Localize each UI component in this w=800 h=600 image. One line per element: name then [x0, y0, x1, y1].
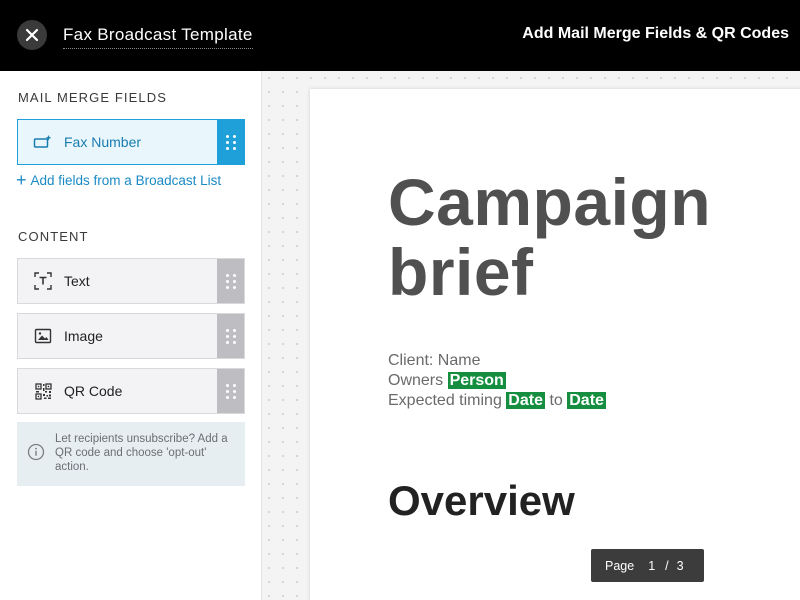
drag-dots-icon	[225, 134, 236, 150]
document-heading-line: Campaign	[388, 165, 712, 239]
content-item-qr-code[interactable]: QR Code	[17, 368, 245, 414]
content-item-text[interactable]: Text	[17, 258, 245, 304]
document-meta-block[interactable]: Client: Name Owners Person Expected timi…	[388, 351, 606, 411]
merge-tag-date-start[interactable]: Date	[506, 392, 545, 409]
owners-line: Owners Person	[388, 371, 606, 391]
drag-handle[interactable]	[217, 120, 244, 164]
overview-heading[interactable]: Overview	[388, 477, 575, 525]
editor-step-title: Add Mail Merge Fields & QR Codes	[522, 25, 789, 42]
qr-code-icon	[32, 381, 54, 401]
drag-handle[interactable]	[217, 259, 244, 303]
content-item-label: Text	[64, 273, 90, 289]
top-header: Fax Broadcast Template Add Mail Merge Fi…	[0, 0, 800, 71]
field-sparkle-icon	[32, 132, 54, 152]
page-label: Page	[605, 558, 635, 573]
merge-tag-date-end[interactable]: Date	[567, 392, 606, 409]
drag-dots-icon	[225, 328, 236, 344]
add-broadcast-fields-link[interactable]: + Add fields from a Broadcast List	[16, 171, 221, 189]
page-current: 1	[648, 558, 656, 573]
content-item-label: QR Code	[64, 383, 123, 399]
document-page[interactable]: Campaign brief Client: Name Owners Perso…	[310, 89, 800, 600]
page-total: 3	[676, 558, 684, 573]
text-box-icon	[32, 271, 54, 291]
content-item-label: Image	[64, 328, 103, 344]
owners-label: Owners	[388, 372, 444, 389]
merge-field-label: Fax Number	[64, 134, 142, 150]
document-heading[interactable]: Campaign brief	[388, 167, 711, 307]
document-heading-line: brief	[388, 235, 534, 309]
content-item-image[interactable]: Image	[17, 313, 245, 359]
editor-canvas[interactable]: Campaign brief Client: Name Owners Perso…	[262, 71, 800, 600]
document-title[interactable]: Fax Broadcast Template	[63, 25, 253, 49]
plus-icon: +	[16, 170, 27, 190]
timing-label: Expected timing	[388, 392, 502, 409]
unsubscribe-info-box: Let recipients unsubscribe? Add a QR cod…	[17, 422, 245, 486]
sidebar: MAIL MERGE FIELDS Fax Number + Add field…	[0, 71, 262, 600]
mail-merge-section-title: MAIL MERGE FIELDS	[18, 90, 167, 105]
timing-line: Expected timing Date to Date	[388, 391, 606, 411]
merge-field-fax-number[interactable]: Fax Number	[17, 119, 245, 165]
close-button[interactable]	[17, 20, 47, 50]
drag-dots-icon	[225, 383, 236, 399]
page-indicator: Page 1 / 3	[591, 549, 704, 582]
add-broadcast-fields-label: Add fields from a Broadcast List	[30, 172, 222, 188]
drag-handle[interactable]	[217, 369, 244, 413]
merge-tag-person[interactable]: Person	[447, 372, 506, 389]
drag-handle[interactable]	[217, 314, 244, 358]
unsubscribe-info-text: Let recipients unsubscribe? Add a QR cod…	[55, 433, 228, 473]
content-section-title: CONTENT	[18, 229, 89, 244]
timing-connector: to	[549, 392, 563, 409]
client-line: Client: Name	[388, 352, 481, 369]
page-separator: /	[665, 558, 669, 573]
close-icon	[25, 28, 39, 42]
info-icon	[27, 443, 45, 461]
drag-dots-icon	[225, 273, 236, 289]
image-icon	[32, 326, 54, 346]
